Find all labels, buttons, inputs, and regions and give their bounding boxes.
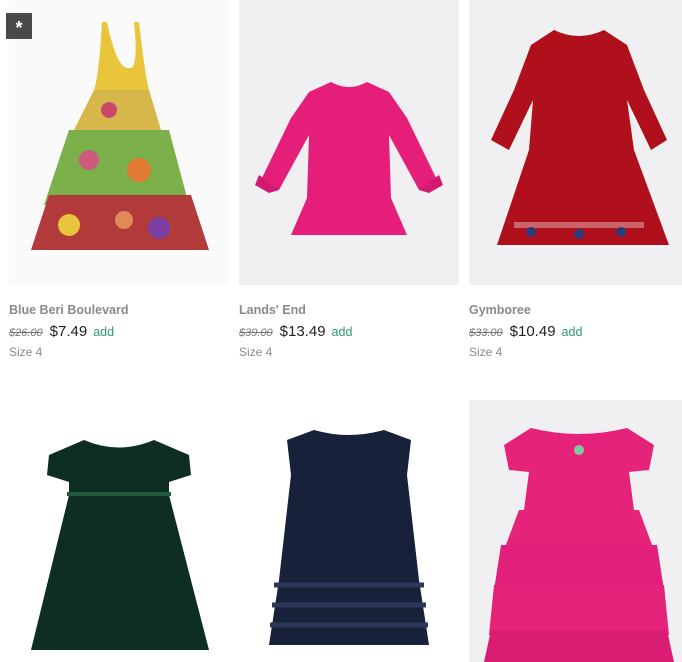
featured-badge-icon: *	[6, 13, 32, 39]
product-image[interactable]	[469, 400, 682, 662]
sale-price: $10.49	[509, 323, 556, 340]
add-to-cart-link[interactable]: add	[562, 325, 583, 339]
sale-price: $7.49	[49, 323, 88, 340]
dress-image-icon	[491, 30, 669, 245]
product-brand[interactable]: Gymboree	[469, 302, 682, 318]
dress-image-icon	[269, 430, 429, 645]
product-size: Size 4	[239, 345, 273, 359]
sale-price: $13.49	[279, 323, 326, 340]
product-size: Size 4	[9, 345, 43, 359]
product-size: Size 4	[469, 345, 503, 359]
original-price: $39.00	[239, 327, 273, 339]
dress-image-icon	[31, 22, 209, 250]
product-image[interactable]	[9, 400, 229, 662]
product-image[interactable]	[239, 400, 459, 662]
product-brand[interactable]: Lands' End	[239, 302, 459, 318]
original-price: $33.00	[469, 327, 503, 339]
product-image[interactable]	[9, 0, 229, 285]
product-image[interactable]	[469, 0, 682, 285]
dress-image-icon	[255, 82, 443, 235]
product-image[interactable]	[239, 0, 459, 285]
dress-image-icon	[484, 428, 674, 662]
add-to-cart-link[interactable]: add	[93, 325, 114, 339]
original-price: $26.00	[9, 327, 43, 339]
add-to-cart-link[interactable]: add	[332, 325, 353, 339]
product-brand[interactable]: Blue Beri Boulevard	[9, 302, 229, 318]
dress-image-icon	[31, 440, 209, 650]
